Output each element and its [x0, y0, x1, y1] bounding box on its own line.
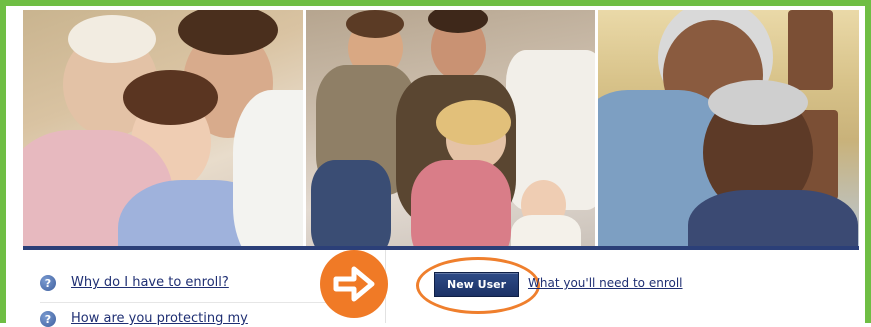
faq-item-why-enroll[interactable]: ? Why do I have to enroll? — [40, 275, 229, 291]
hero-photo-family-grandmother — [23, 10, 303, 246]
right-arrow-icon — [320, 250, 388, 318]
hero-photo-strip — [23, 10, 859, 246]
new-user-button[interactable]: New User — [434, 272, 519, 297]
question-icon: ? — [40, 311, 56, 327]
question-icon: ? — [40, 275, 56, 291]
enroll-requirements-link[interactable]: What you'll need to enroll — [528, 276, 683, 290]
hero-photo-family-parents — [306, 10, 595, 246]
faq-divider — [40, 302, 370, 303]
hero-photo-senior-couple — [598, 10, 859, 246]
faq-link-protecting[interactable]: How are you protecting my — [71, 311, 248, 327]
faq-item-protecting[interactable]: ? How are you protecting my — [40, 311, 248, 327]
faq-link-why-enroll[interactable]: Why do I have to enroll? — [71, 275, 229, 291]
